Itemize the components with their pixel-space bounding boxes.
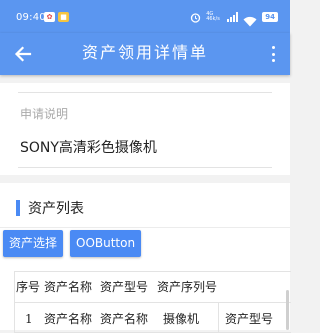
asset-select-button[interactable]: 资产选择 xyxy=(3,230,64,257)
scrollbar[interactable] xyxy=(286,290,289,330)
notification-message-icon: ■ xyxy=(58,12,69,22)
cell-asset-model: 资产名称 xyxy=(100,312,149,326)
divider xyxy=(0,227,290,228)
notification-app-icon: ✿ xyxy=(44,12,55,22)
asset-table: 序号 资产名称 资产型号 资产序列号 1 资产名称 资产名称 摄像机 资产型号 xyxy=(14,271,291,333)
wifi-icon xyxy=(243,12,257,26)
asset-list-card: 资产列表 资产选择 OOButton 序号 资产名称 资产型号 资产序列号 1 … xyxy=(0,183,291,333)
battery-icon: 94 xyxy=(262,12,278,22)
status-bar: 09:40 ✿ ■ 4G 46k/s 94 xyxy=(0,0,290,33)
row-divider xyxy=(15,302,291,303)
description-card: 申请说明 SONY高清彩色摄像机 xyxy=(0,83,290,175)
network-speed: 4G 46k/s xyxy=(206,11,220,22)
section-accent-bar xyxy=(16,200,20,216)
status-indicators: 4G 46k/s 94 xyxy=(190,10,278,26)
column-header-asset-serial: 资产序列号 xyxy=(157,280,218,294)
more-menu-icon[interactable] xyxy=(270,44,276,64)
divider xyxy=(18,92,272,93)
cell-asset-extra: 资产型号 xyxy=(225,312,274,326)
column-divider xyxy=(218,302,219,332)
signal-icon xyxy=(227,12,239,22)
app-toolbar: 资产领用详情单 xyxy=(0,33,290,75)
description-label: 申请说明 xyxy=(20,107,69,121)
back-arrow-icon[interactable] xyxy=(12,43,34,65)
divider xyxy=(18,167,272,168)
oo-button[interactable]: OOButton xyxy=(70,230,142,257)
column-header-asset-name: 资产名称 xyxy=(44,280,93,294)
cell-index: 1 xyxy=(25,312,33,326)
cell-asset-serial: 摄像机 xyxy=(163,312,200,326)
asset-list-title: 资产列表 xyxy=(28,201,84,217)
status-time: 09:40 xyxy=(16,12,46,23)
cell-asset-name: 资产名称 xyxy=(44,312,93,326)
column-header-asset-model: 资产型号 xyxy=(100,280,149,294)
page-title: 资产领用详情单 xyxy=(81,43,208,62)
description-value: SONY高清彩色摄像机 xyxy=(20,140,157,156)
column-header-index: 序号 xyxy=(16,280,41,294)
alarm-icon xyxy=(190,12,201,23)
